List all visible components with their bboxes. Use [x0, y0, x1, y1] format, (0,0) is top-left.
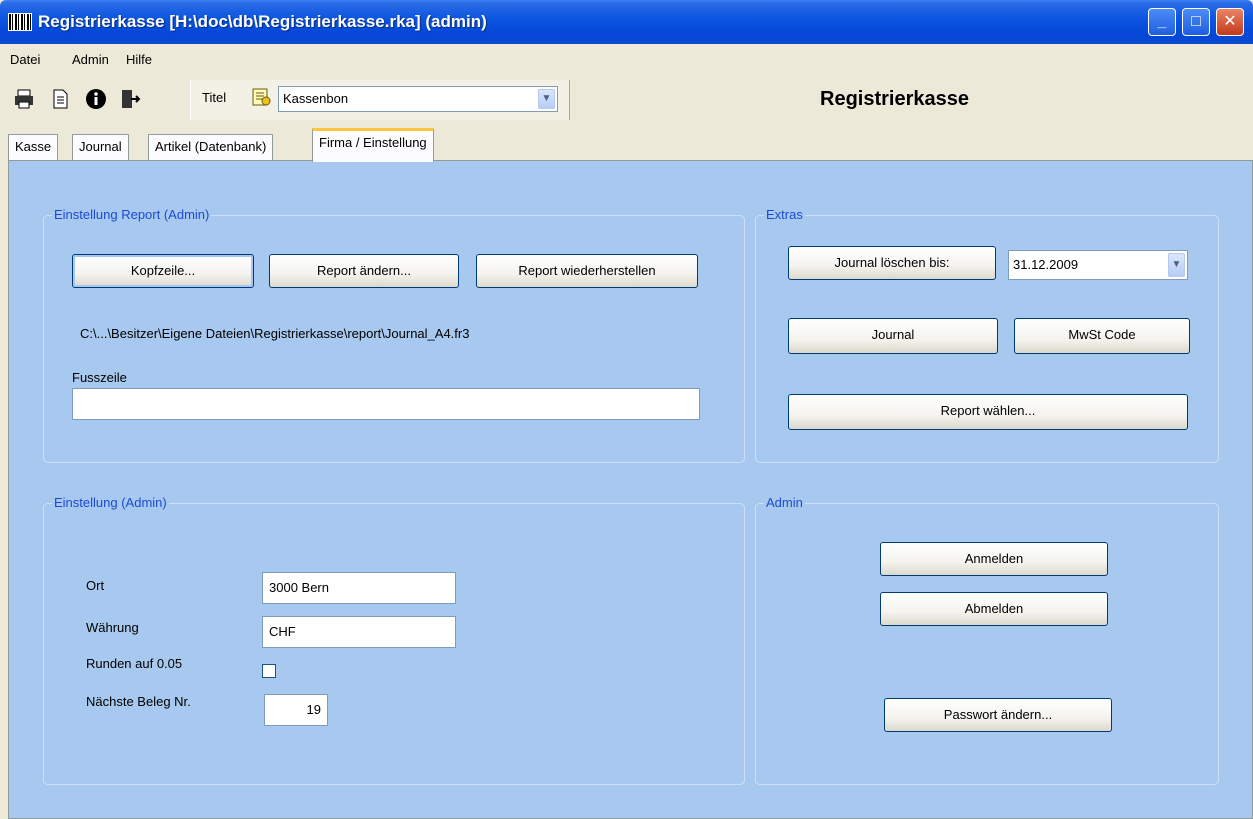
fusszeile-input[interactable] [72, 388, 700, 420]
menu-hilfe[interactable]: Hilfe [126, 52, 152, 67]
report-waehlen-button[interactable]: Report wählen... [788, 394, 1188, 430]
title-select[interactable]: Kassenbon ▼ [278, 86, 558, 112]
minimize-button[interactable]: _ [1148, 8, 1176, 36]
mwst-code-button[interactable]: MwSt Code [1014, 318, 1190, 354]
journal-date-value: 31.12.2009 [1013, 257, 1079, 272]
report-settings-group: Einstellung Report (Admin) Kopfzeile... … [43, 207, 745, 463]
ort-input[interactable]: 3000 Bern [262, 572, 456, 604]
document-icon[interactable] [48, 88, 72, 112]
admin-group: Admin Anmelden Abmelden Passwort ändern.… [755, 495, 1219, 785]
printer-icon[interactable] [12, 88, 36, 112]
runden-label: Runden auf 0.05 [86, 656, 183, 671]
fusszeile-label: Fusszeile [72, 370, 127, 385]
title-bar[interactable]: Registrierkasse [H:\doc\db\Registrierkas… [0, 0, 1253, 44]
close-button[interactable]: ✕ [1216, 8, 1244, 36]
admin-group-title: Admin [764, 495, 805, 510]
general-settings-group: Einstellung (Admin) Ort 3000 Bern Währun… [43, 495, 745, 785]
abmelden-button[interactable]: Abmelden [880, 592, 1108, 626]
barcode-app-icon [8, 13, 32, 31]
settings-panel: Einstellung Report (Admin) Kopfzeile... … [8, 160, 1253, 819]
tab-artikel[interactable]: Artikel (Datenbank) [148, 134, 274, 160]
waehrung-input[interactable]: CHF [262, 616, 456, 648]
report-path: C:\...\Besitzer\Eigene Dateien\Registrie… [80, 326, 470, 341]
settings-group-title: Einstellung (Admin) [52, 495, 169, 510]
tab-journal[interactable]: Journal [72, 134, 129, 160]
tab-kasse[interactable]: Kasse [8, 134, 59, 160]
extras-group-title: Extras [764, 207, 805, 222]
passwort-aendern-button[interactable]: Passwort ändern... [884, 698, 1112, 732]
menu-bar: Datei Admin Hilfe [0, 44, 1253, 74]
exit-door-icon[interactable] [118, 88, 142, 112]
beleg-input[interactable]: 19 [264, 694, 328, 726]
window-title: Registrierkasse [H:\doc\db\Registrierkas… [38, 12, 487, 31]
title-select-value: Kassenbon [283, 91, 349, 106]
maximize-button[interactable]: □ [1182, 8, 1210, 36]
report-wiederherstellen-button[interactable]: Report wiederherstellen [476, 254, 698, 288]
menu-datei[interactable]: Datei [10, 52, 40, 67]
extras-group: Extras Journal löschen bis: 31.12.2009 ▼… [755, 207, 1219, 463]
kopfzeile-button[interactable]: Kopfzeile... [72, 254, 254, 288]
tab-firma-einstellung[interactable]: Firma / Einstellung [312, 128, 434, 162]
report-group-title: Einstellung Report (Admin) [52, 207, 212, 222]
journal-date-select[interactable]: 31.12.2009 ▼ [1008, 250, 1188, 280]
ort-label: Ort [86, 578, 105, 593]
beleg-label: Nächste Beleg Nr. [86, 694, 191, 709]
journal-button[interactable]: Journal [788, 318, 998, 354]
journal-loeschen-button[interactable]: Journal löschen bis: [788, 246, 996, 280]
chevron-down-icon[interactable]: ▼ [538, 89, 555, 109]
receipt-template-icon [250, 86, 272, 108]
runden-checkbox[interactable] [262, 664, 276, 678]
toolbar [0, 74, 1253, 126]
info-icon[interactable] [84, 88, 108, 112]
anmelden-button[interactable]: Anmelden [880, 542, 1108, 576]
app-heading: Registrierkasse [820, 88, 969, 110]
waehrung-label: Währung [86, 620, 139, 635]
chevron-down-icon[interactable]: ▼ [1168, 253, 1185, 277]
report-aendern-button[interactable]: Report ändern... [269, 254, 459, 288]
title-label: Titel [202, 90, 227, 105]
menu-admin[interactable]: Admin [72, 52, 109, 67]
